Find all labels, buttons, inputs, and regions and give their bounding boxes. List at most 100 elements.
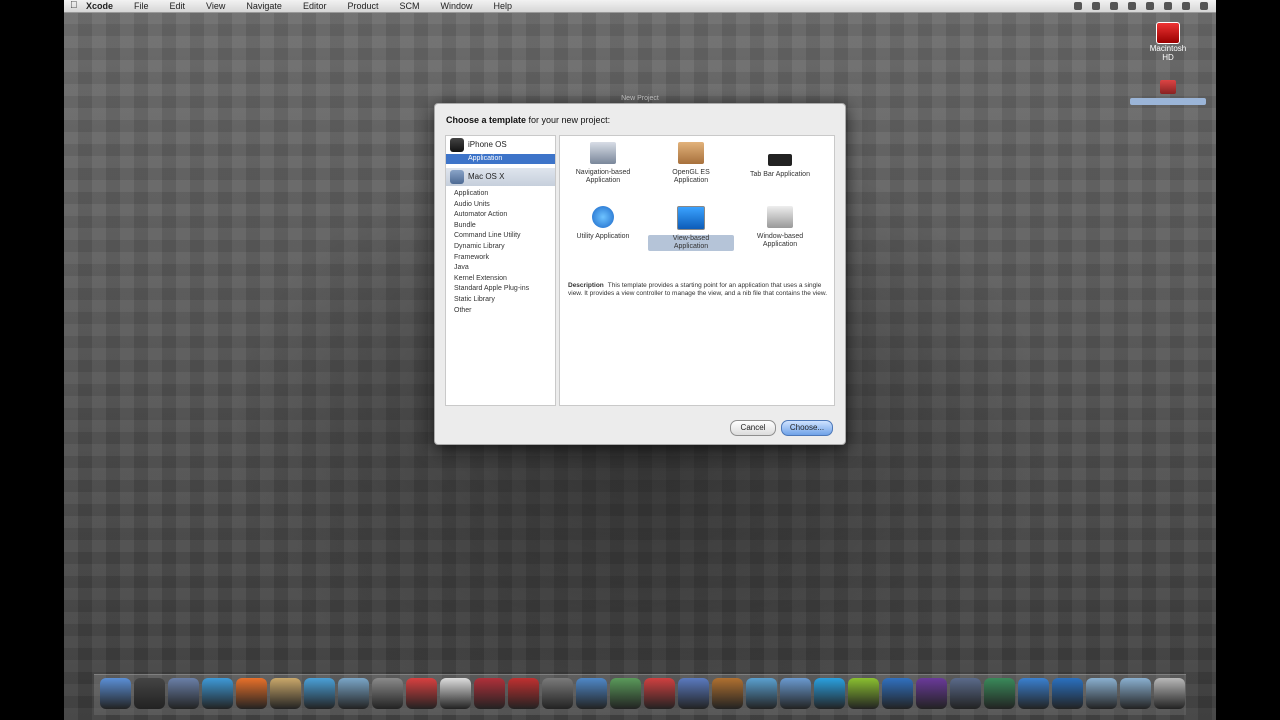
disk-image-label-highlight — [1130, 98, 1206, 105]
photoshop-icon[interactable] — [882, 678, 913, 709]
premiere-icon[interactable] — [916, 678, 947, 709]
iphoto-icon[interactable] — [338, 678, 369, 709]
template-label: Utility Application — [576, 233, 630, 240]
menu-editor[interactable]: Editor — [303, 0, 327, 12]
app-store-icon[interactable] — [1018, 678, 1049, 709]
mail-icon[interactable] — [168, 678, 199, 709]
template-view-based[interactable]: View-based Application — [648, 206, 734, 251]
template-label-line1: Navigation-based — [575, 169, 631, 176]
menu-xcode[interactable]: Xcode — [86, 0, 113, 12]
template-tab-bar[interactable]: Tab Bar Application — [737, 154, 823, 179]
xcode-icon[interactable] — [372, 678, 403, 709]
apple-icon[interactable]:  — [70, 0, 78, 12]
disk-image-icon[interactable] — [1130, 80, 1206, 105]
spotlight-icon[interactable] — [1200, 2, 1208, 10]
phone-icon[interactable] — [1110, 2, 1118, 10]
template-label: Navigation-based Application — [560, 169, 646, 185]
sidebar-item-application[interactable]: Application — [446, 189, 555, 200]
disk-image-shape — [1160, 80, 1176, 94]
menu-edit[interactable]: Edit — [170, 0, 186, 12]
menu-file[interactable]: File — [134, 0, 149, 12]
textedit-icon[interactable] — [440, 678, 471, 709]
wifi-icon[interactable] — [1146, 2, 1154, 10]
template-label: Window-based Application — [737, 233, 823, 249]
template-utility[interactable]: Utility Application — [560, 206, 646, 241]
hard-drive-icon[interactable]: Macintosh HD — [1148, 22, 1188, 62]
template-grid: Navigation-based Application OpenGL ES App… — [559, 135, 835, 406]
sidebar-item-other[interactable]: Other — [446, 306, 555, 317]
battery-icon[interactable] — [1128, 2, 1136, 10]
sidebar-item-dynamic-library[interactable]: Dynamic Library — [446, 242, 555, 253]
games-icon[interactable] — [678, 678, 709, 709]
itunes-icon[interactable] — [304, 678, 335, 709]
group-mac-os-x[interactable]: Mac OS X — [446, 168, 555, 186]
iphone-icon — [450, 138, 464, 152]
hard-drive-label: Macintosh HD — [1149, 44, 1187, 62]
safari-icon[interactable] — [202, 678, 233, 709]
finder-icon[interactable] — [100, 678, 131, 709]
menu-items: Xcode File Edit View Navigate Editor Product SC… — [86, 0, 533, 12]
template-label-line2: Application — [673, 243, 709, 250]
menu-product[interactable]: Product — [347, 0, 378, 12]
sidebar-item-automator-action[interactable]: Automator Action — [446, 210, 555, 221]
dock — [94, 674, 1186, 715]
sidebar-item-command-line-utility[interactable]: Command Line Utility — [446, 231, 555, 242]
downloads-icon[interactable] — [1120, 678, 1151, 709]
folder-icon[interactable] — [1086, 678, 1117, 709]
menu-help[interactable]: Help — [494, 0, 513, 12]
photo-booth-icon[interactable] — [474, 678, 505, 709]
template-label-line2: Application — [673, 177, 709, 184]
app-icon[interactable] — [746, 678, 777, 709]
ical-icon[interactable] — [406, 678, 437, 709]
dropbox-icon[interactable] — [1074, 2, 1082, 10]
sidebar-item-static-library[interactable]: Static Library — [446, 295, 555, 306]
automator-icon[interactable] — [712, 678, 743, 709]
menu-navigate[interactable]: Navigate — [246, 0, 282, 12]
time-machine-icon[interactable] — [984, 678, 1015, 709]
flash-icon[interactable] — [644, 678, 675, 709]
clock-icon[interactable] — [1182, 2, 1190, 10]
volume-icon[interactable] — [1164, 2, 1172, 10]
dialog-prompt: Choose a template for your new project: — [446, 115, 610, 125]
chart-icon[interactable] — [610, 678, 641, 709]
sidebar-item-java[interactable]: Java — [446, 263, 555, 274]
sidebar-item-application-ios[interactable]: Application — [446, 154, 555, 164]
template-window-based[interactable]: Window-based Application — [737, 206, 823, 249]
description-text: This template provides a starting point … — [568, 282, 828, 297]
template-navigation-based[interactable]: Navigation-based Application — [560, 142, 646, 185]
menu-view[interactable]: View — [206, 0, 225, 12]
mac-category-items: Application Audio Units Automator Action Bu… — [446, 186, 555, 316]
template-label-line1: View-based — [672, 235, 710, 242]
skype-icon[interactable] — [814, 678, 845, 709]
menu-window[interactable]: Window — [440, 0, 472, 12]
sidebar-item-bundle[interactable]: Bundle — [446, 221, 555, 232]
template-label: OpenGL ES Application — [648, 169, 734, 185]
sidebar-item-standard-apple-plug-ins[interactable]: Standard Apple Plug-ins — [446, 284, 555, 295]
template-label-line1: OpenGL ES — [672, 169, 710, 176]
sidebar-item-kernel-extension[interactable]: Kernel Extension — [446, 274, 555, 285]
calendar-icon[interactable] — [508, 678, 539, 709]
group-iphone-os[interactable]: iPhone OS — [446, 136, 555, 154]
template-label-line1: Window-based — [756, 233, 804, 240]
dreamweaver-icon[interactable] — [848, 678, 879, 709]
opengl-app-icon — [678, 142, 704, 164]
dashboard-icon[interactable] — [134, 678, 165, 709]
cancel-button[interactable]: Cancel — [730, 420, 776, 436]
system-preferences-icon[interactable] — [542, 678, 573, 709]
utility-icon[interactable] — [576, 678, 607, 709]
template-label: View-based Application — [648, 235, 734, 251]
imovie-icon[interactable] — [950, 678, 981, 709]
choose-button[interactable]: Choose... — [781, 420, 833, 436]
network-icon[interactable] — [1052, 678, 1083, 709]
sidebar-item-audio-units[interactable]: Audio Units — [446, 200, 555, 211]
template-label-line2: Application — [585, 177, 621, 184]
dialog-title: New Project — [621, 95, 659, 102]
firefox-icon[interactable] — [236, 678, 267, 709]
menu-scm[interactable]: SCM — [399, 0, 419, 12]
template-opengl-es[interactable]: OpenGL ES Application — [648, 142, 734, 185]
ichat-icon[interactable] — [780, 678, 811, 709]
preview-icon[interactable] — [270, 678, 301, 709]
sidebar-item-framework[interactable]: Framework — [446, 253, 555, 264]
alert-icon[interactable] — [1092, 2, 1100, 10]
trash-icon[interactable] — [1154, 678, 1185, 709]
